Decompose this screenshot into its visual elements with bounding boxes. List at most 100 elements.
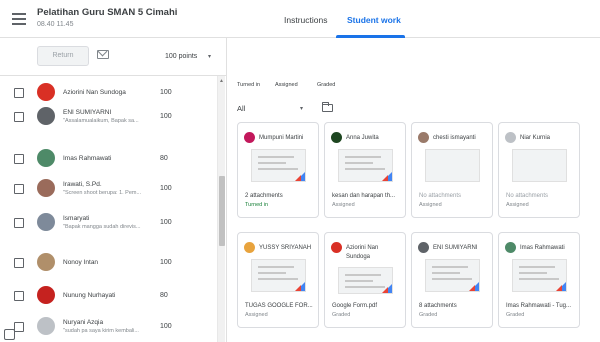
private-comment: "sudah pa saya kirim kembali... bbox=[63, 328, 139, 334]
student-checkbox[interactable] bbox=[14, 291, 24, 301]
student-checkbox[interactable] bbox=[14, 184, 24, 194]
grade-value[interactable]: 100 bbox=[160, 113, 172, 120]
points-select[interactable]: 100 points bbox=[165, 53, 197, 60]
attachment-name: Google Form.pdf bbox=[332, 303, 378, 309]
student-name: Imas Rahmawati bbox=[520, 245, 565, 251]
no-attachments-label: No attachments bbox=[506, 193, 549, 199]
submission-status: Assigned bbox=[245, 312, 268, 318]
attachment-thumbnail[interactable] bbox=[512, 259, 567, 292]
student-checkbox[interactable] bbox=[14, 258, 24, 268]
student-work-panel: Turned in Assigned Graded All ▾ Mumpuni … bbox=[226, 38, 600, 342]
grade-value[interactable]: 100 bbox=[160, 323, 172, 330]
student-name: Aziorini Nan Sundoga bbox=[346, 245, 379, 260]
avatar bbox=[37, 253, 55, 271]
stat-graded: Graded bbox=[317, 82, 336, 88]
attachment-thumbnail[interactable] bbox=[251, 149, 306, 182]
student-row[interactable]: ENI SUMIYARNI "Assalamualaikum, Bapak sa.… bbox=[0, 100, 226, 133]
student-checkbox[interactable] bbox=[14, 322, 24, 332]
grade-value[interactable]: 80 bbox=[160, 292, 168, 299]
grade-value[interactable]: 100 bbox=[160, 89, 172, 96]
student-name: Niar Kurnia bbox=[520, 135, 551, 141]
tab-instructions[interactable]: Instructions bbox=[284, 15, 327, 25]
student-name: Anna Juwita bbox=[346, 135, 379, 141]
scroll-up-arrow-icon[interactable]: ▲ bbox=[219, 78, 224, 84]
attachment-thumbnail[interactable] bbox=[251, 259, 306, 292]
student-checkbox[interactable] bbox=[14, 88, 24, 98]
student-checkbox[interactable] bbox=[14, 218, 24, 228]
student-name: Mumpuni Martini bbox=[259, 135, 304, 141]
avatar bbox=[505, 242, 516, 253]
submission-status: Turned in bbox=[245, 202, 269, 208]
avatar bbox=[418, 242, 429, 253]
tab-student-work[interactable]: Student work bbox=[347, 15, 401, 25]
folder-icon[interactable] bbox=[322, 102, 333, 112]
scroll-thumb[interactable] bbox=[219, 176, 225, 246]
student-row[interactable]: Nunung Nurhayati 80 bbox=[0, 279, 226, 312]
student-name[interactable]: Nunung Nurhayati bbox=[63, 292, 115, 299]
student-name[interactable]: Nuryani Azqia bbox=[63, 319, 103, 326]
grade-value[interactable]: 80 bbox=[160, 155, 168, 162]
attachment-thumbnail[interactable] bbox=[338, 149, 393, 182]
student-list-scrollbar[interactable]: ▲ bbox=[217, 76, 225, 342]
avatar bbox=[37, 179, 55, 197]
avatar bbox=[331, 132, 342, 143]
student-name[interactable]: Aziorini Nan Sundoga bbox=[63, 89, 126, 96]
submission-status: Assigned bbox=[419, 202, 442, 208]
student-work-card[interactable]: Aziorini Nan Sundoga Google Form.pdf Graded bbox=[324, 232, 406, 328]
student-work-card[interactable]: Niar Kurnia No attachments Assigned bbox=[498, 122, 580, 218]
student-work-card[interactable]: Anna Juwita kesan dan harapan th... Assign… bbox=[324, 122, 406, 218]
avatar bbox=[37, 107, 55, 125]
attachment-name: 8 attachments bbox=[419, 303, 457, 309]
student-work-card[interactable]: chesti ismayanti No attachments Assigned bbox=[411, 122, 493, 218]
student-row[interactable]: Imas Rahmawati 80 bbox=[0, 142, 226, 175]
student-name: YUSSY SRIYANAH bbox=[259, 245, 312, 251]
submission-status: Assigned bbox=[506, 202, 529, 208]
student-list: Aziorini Nan Sundoga 100 ENI SUMIYARNI "Ass… bbox=[0, 76, 226, 342]
student-name: ENI SUMIYARNI bbox=[433, 245, 478, 251]
student-name: chesti ismayanti bbox=[433, 135, 476, 141]
add-icon[interactable] bbox=[4, 329, 15, 340]
student-work-card[interactable]: Mumpuni Martini 2 attachments Turned in bbox=[237, 122, 319, 218]
student-work-card[interactable]: ENI SUMIYARNI 8 attachments Graded bbox=[411, 232, 493, 328]
student-row[interactable]: Ismaryati "Bapak mangga sudah direvis... 1… bbox=[0, 206, 226, 239]
student-checkbox[interactable] bbox=[14, 154, 24, 164]
grade-value[interactable]: 100 bbox=[160, 185, 172, 192]
student-name[interactable]: Ismaryati bbox=[63, 215, 89, 222]
avatar bbox=[37, 149, 55, 167]
submission-status: Assigned bbox=[332, 202, 355, 208]
student-row[interactable]: Nuryani Azqia "sudah pa saya kirim kembal… bbox=[0, 310, 226, 342]
student-name[interactable]: Imas Rahmawati bbox=[63, 155, 111, 162]
class-title[interactable]: Pelatihan Guru SMAN 5 Cimahi bbox=[37, 7, 177, 18]
student-row[interactable]: Irawati, S.Pd. "Screen shoot berupa: 1. P… bbox=[0, 172, 226, 205]
chevron-down-icon[interactable]: ▾ bbox=[208, 53, 211, 60]
hamburger-menu-icon[interactable] bbox=[12, 13, 26, 25]
chevron-down-icon[interactable]: ▾ bbox=[300, 105, 303, 112]
return-button[interactable]: Return bbox=[37, 46, 89, 66]
avatar bbox=[244, 242, 255, 253]
attachment-name: kesan dan harapan th... bbox=[332, 193, 396, 199]
avatar bbox=[331, 242, 342, 253]
grading-toolbar: Return 100 points ▾ bbox=[0, 38, 230, 76]
student-name[interactable]: ENI SUMIYARNI bbox=[63, 109, 111, 116]
student-name[interactable]: Irawati, S.Pd. bbox=[63, 181, 102, 188]
filter-select[interactable]: All bbox=[237, 104, 245, 113]
avatar bbox=[244, 132, 255, 143]
avatar bbox=[505, 132, 516, 143]
attachment-name: TUGAS GOOGLE FOR... bbox=[245, 303, 313, 309]
student-row[interactable]: Nonoy Intan 100 bbox=[0, 246, 226, 279]
student-work-card[interactable]: Imas Rahmawati Imas Rahmawati - Tug... Gra… bbox=[498, 232, 580, 328]
empty-thumbnail bbox=[425, 149, 480, 182]
attachment-thumbnail[interactable] bbox=[425, 259, 480, 292]
avatar bbox=[37, 83, 55, 101]
attachment-thumbnail[interactable] bbox=[338, 267, 393, 294]
grade-value[interactable]: 100 bbox=[160, 219, 172, 226]
grade-value[interactable]: 100 bbox=[160, 259, 172, 266]
avatar bbox=[418, 132, 429, 143]
avatar bbox=[37, 317, 55, 335]
private-comment: "Screen shoot berupa: 1. Pem... bbox=[63, 190, 142, 196]
avatar bbox=[37, 213, 55, 231]
student-checkbox[interactable] bbox=[14, 112, 24, 122]
student-name[interactable]: Nonoy Intan bbox=[63, 259, 98, 266]
mail-icon[interactable] bbox=[97, 50, 109, 59]
student-work-card[interactable]: YUSSY SRIYANAH TUGAS GOOGLE FOR... Assigne… bbox=[237, 232, 319, 328]
